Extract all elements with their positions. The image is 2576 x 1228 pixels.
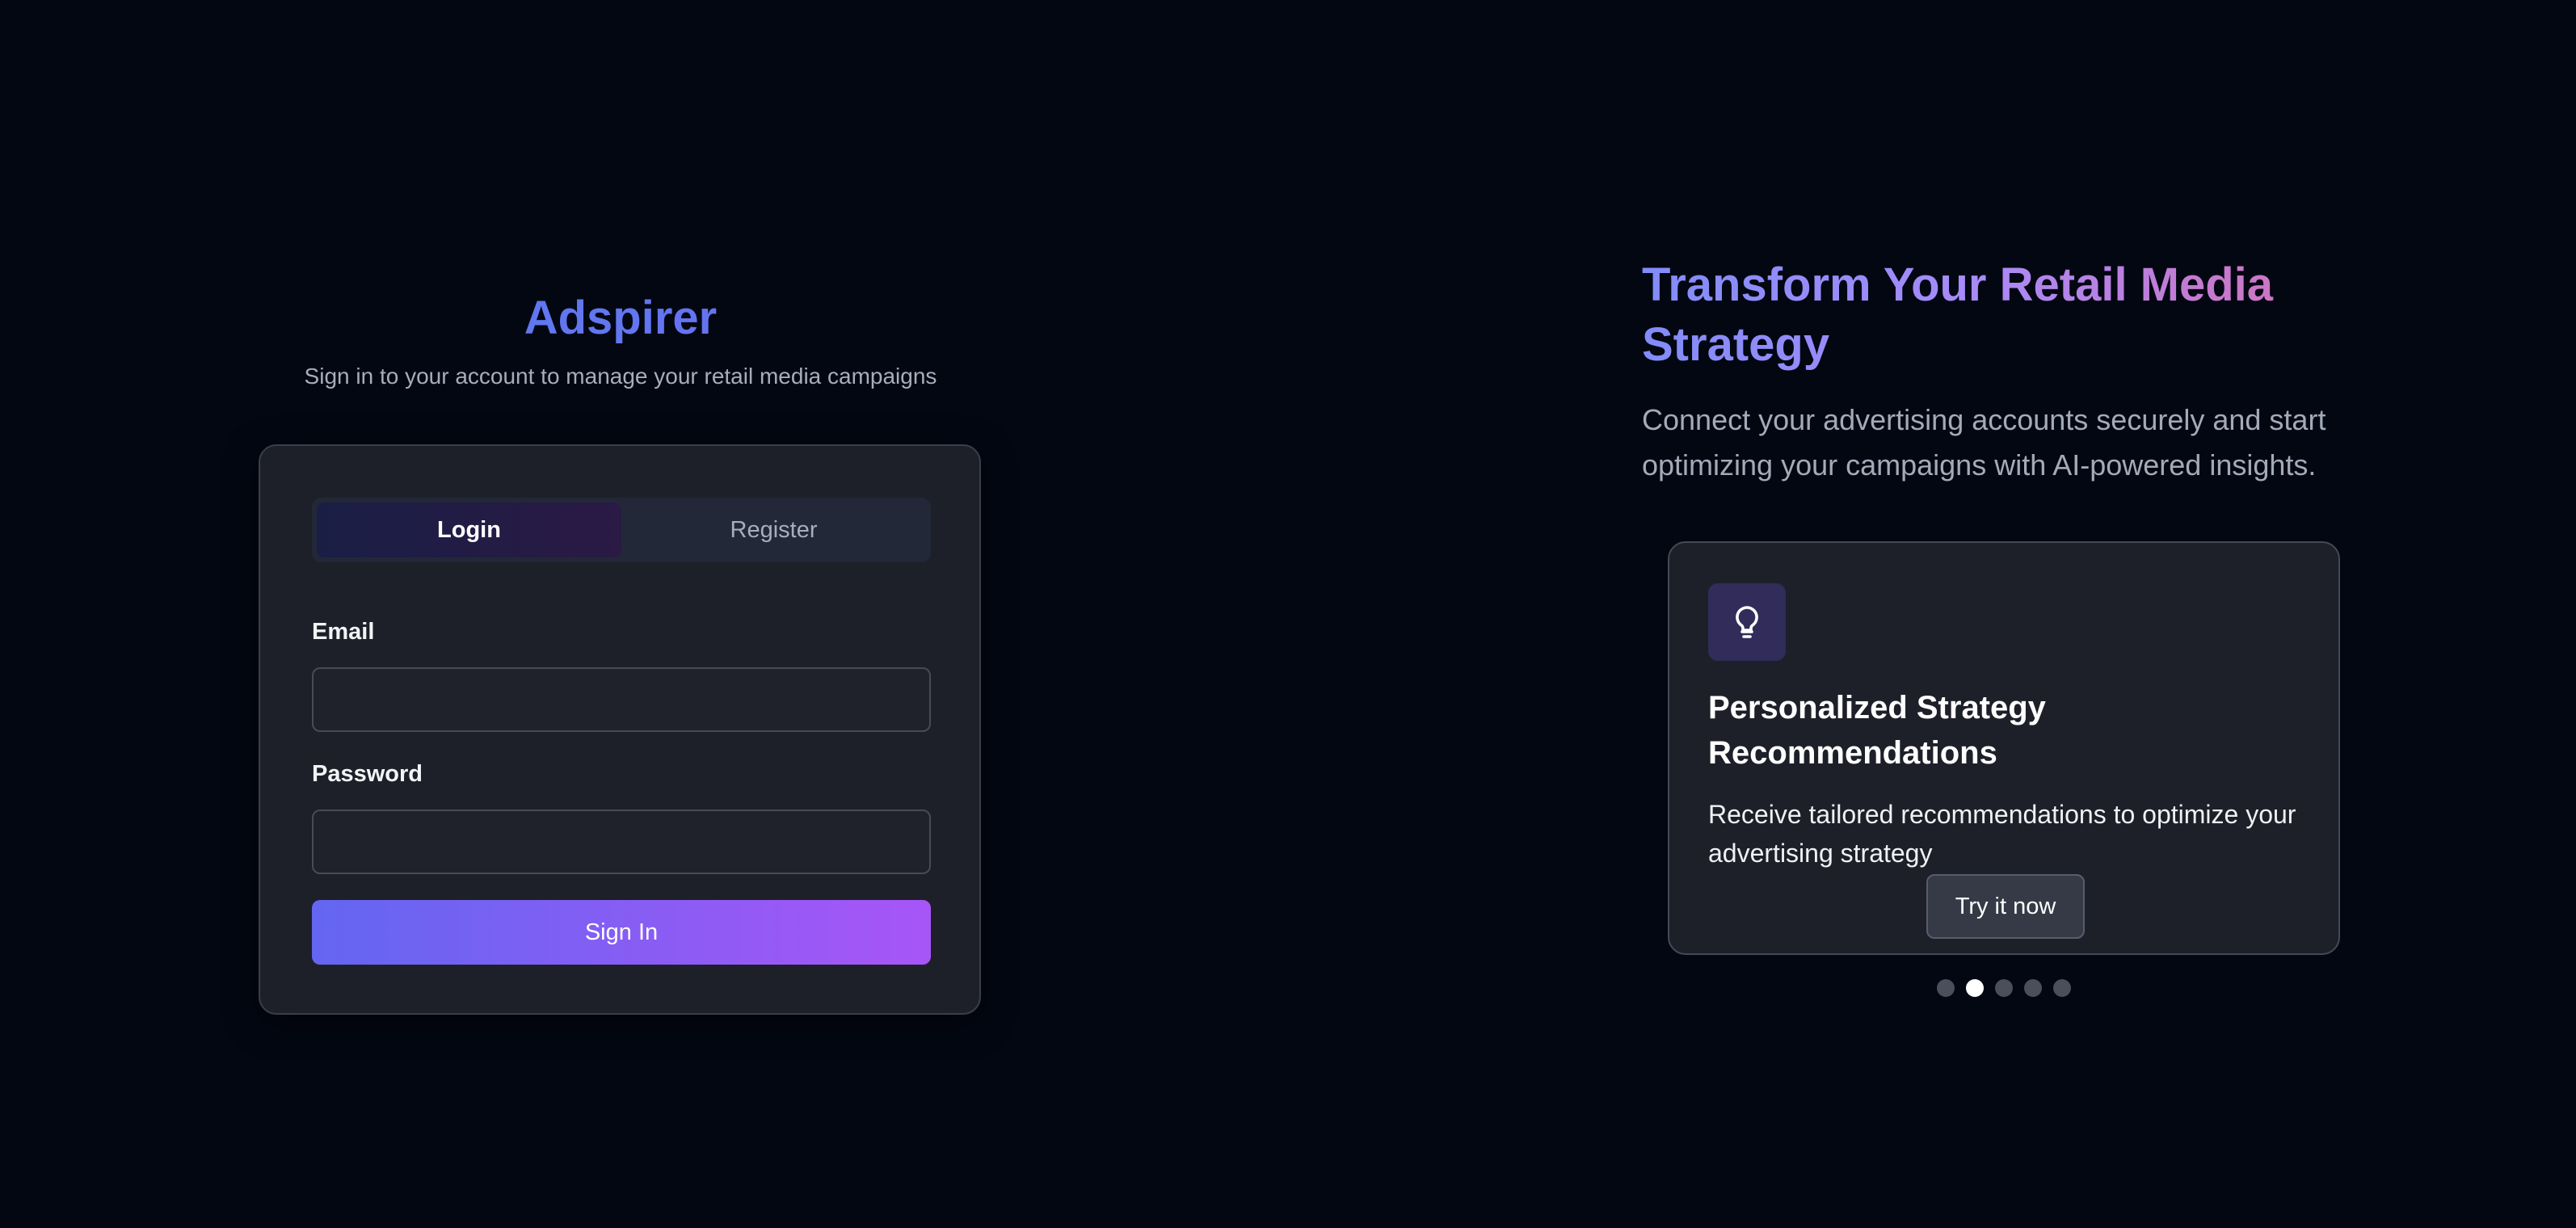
brand-title: Adspirer bbox=[259, 288, 983, 349]
email-field[interactable] bbox=[312, 667, 931, 732]
carousel-dot-3[interactable] bbox=[1995, 979, 2013, 997]
login-page: Adspirer Sign in to your account to mana… bbox=[0, 0, 2576, 1228]
hero-lead: Connect your advertising accounts secure… bbox=[1642, 403, 2326, 482]
tab-login[interactable]: Login bbox=[317, 503, 621, 557]
carousel-dot-2[interactable] bbox=[1966, 979, 1984, 997]
try-it-now-button[interactable]: Try it now bbox=[1926, 874, 2085, 939]
brand-subtitle: Sign in to your account to manage your r… bbox=[304, 364, 937, 389]
feature-card: Personalized Strategy Recommendations Re… bbox=[1668, 541, 2340, 955]
carousel-dot-5[interactable] bbox=[2053, 979, 2071, 997]
hero-headline: Transform Your Retail Media Strategy bbox=[1642, 255, 2369, 375]
feature-title: Personalized Strategy Recommendations bbox=[1708, 690, 2046, 771]
auth-tabs: Login Register bbox=[312, 498, 931, 562]
carousel-dot-1[interactable] bbox=[1937, 979, 1955, 997]
sign-in-button[interactable]: Sign In bbox=[312, 900, 931, 965]
tab-register[interactable]: Register bbox=[621, 503, 926, 557]
carousel-dot-4[interactable] bbox=[2024, 979, 2042, 997]
auth-card: Login Register Email Password Sign In bbox=[259, 444, 981, 1015]
password-field[interactable] bbox=[312, 810, 931, 874]
lightbulb-icon bbox=[1708, 583, 1786, 661]
carousel-pagination bbox=[1642, 979, 2366, 997]
email-label: Email bbox=[312, 619, 375, 645]
password-label: Password bbox=[312, 761, 423, 787]
feature-description: Receive tailored recommendations to opti… bbox=[1708, 800, 2296, 868]
